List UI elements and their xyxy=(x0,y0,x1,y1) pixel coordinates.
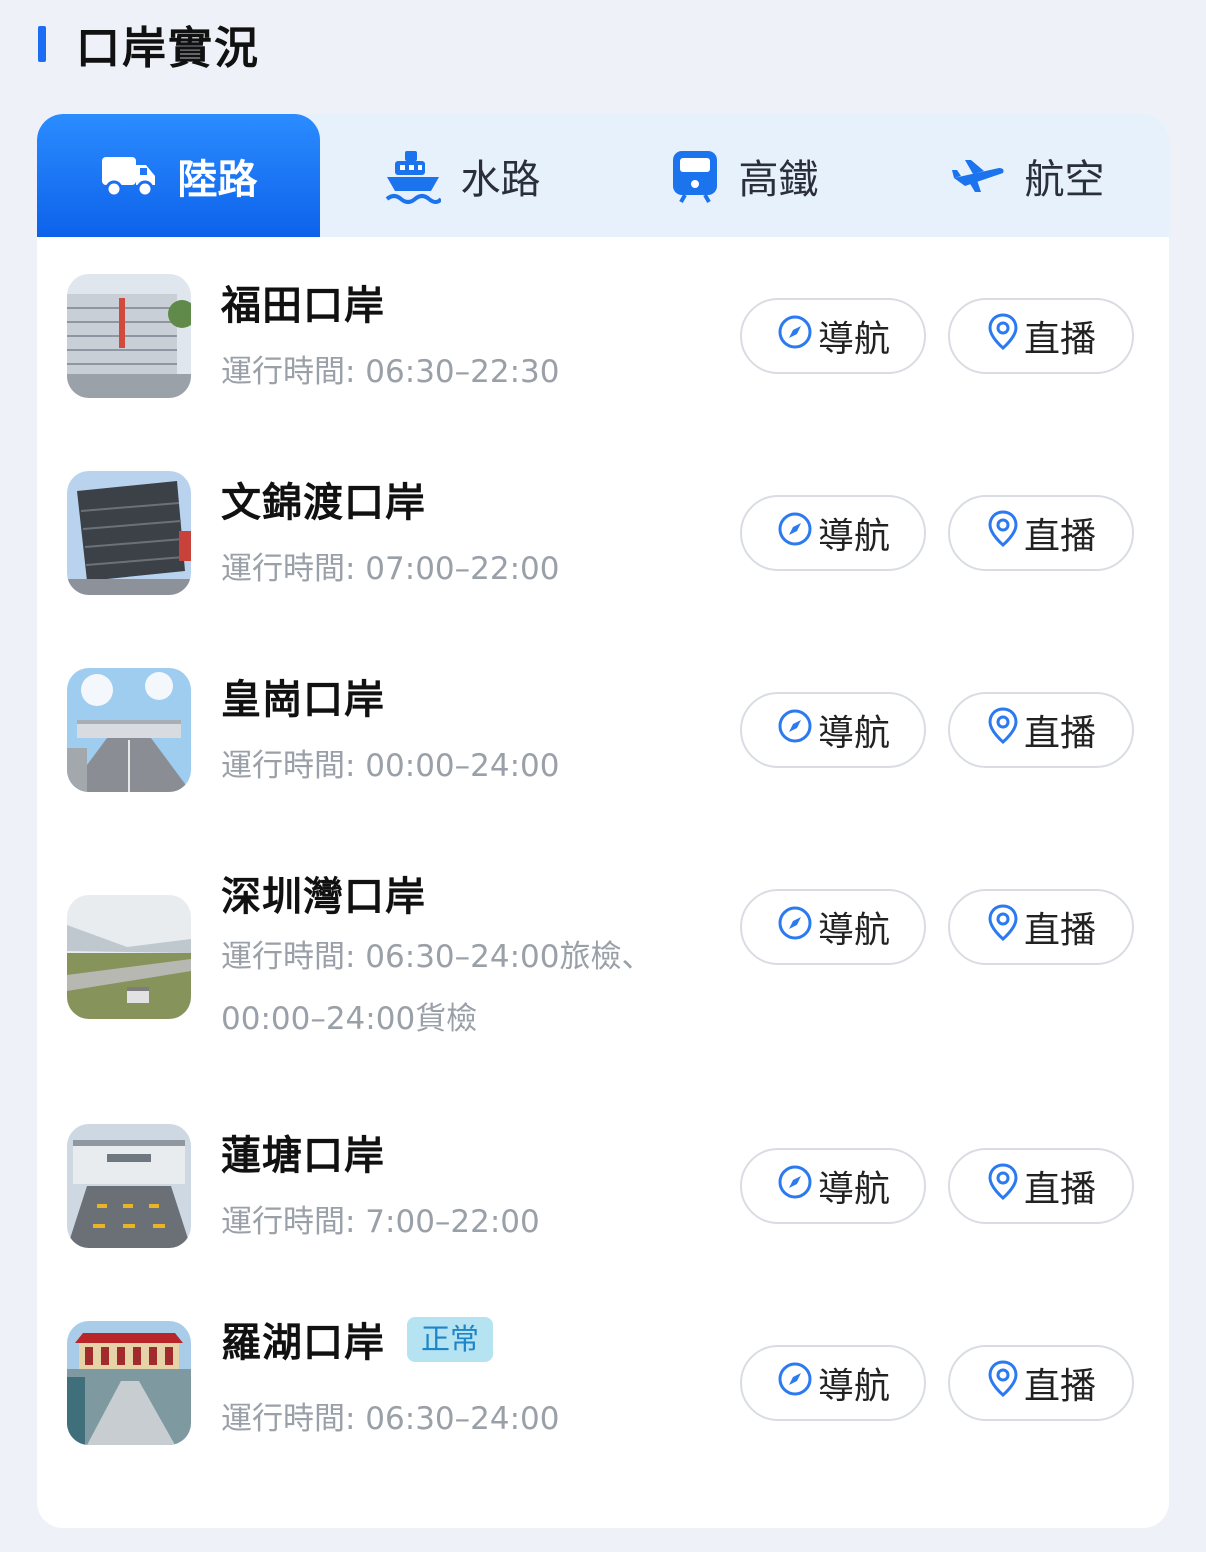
live-label: 直播 xyxy=(1023,1169,1096,1210)
transport-tabs: 陸路 水路 高鐵 航空 xyxy=(37,114,1169,237)
list-item: 羅湖口岸 正常 運行時間: 06:30–24:00 導航 直播 xyxy=(37,1284,1169,1481)
port-title-row: 羅湖口岸 正常 xyxy=(221,1310,494,1368)
port-hours: 運行時間: 07:00–22:00 xyxy=(221,551,560,587)
navigate-button[interactable]: 導航 xyxy=(740,298,926,374)
train-icon xyxy=(671,149,719,203)
live-label: 直播 xyxy=(1023,713,1096,754)
tab-water[interactable]: 水路 xyxy=(320,114,603,237)
truck-icon xyxy=(100,153,158,199)
ports-card: 陸路 水路 高鐵 航空 福田口岸 運行時間: 06:30–22:30 導航 直播… xyxy=(37,114,1169,1528)
section-accent-bar xyxy=(38,26,46,62)
port-title-row: 文錦渡口岸 xyxy=(221,470,426,528)
port-photo xyxy=(67,1321,191,1445)
live-button[interactable]: 直播 xyxy=(948,692,1134,768)
tab-label: 水路 xyxy=(460,156,541,203)
port-title-row: 深圳灣口岸 xyxy=(221,864,426,922)
list-item: 蓮塘口岸 運行時間: 7:00–22:00 導航 直播 xyxy=(37,1087,1169,1284)
live-button[interactable]: 直播 xyxy=(948,1345,1134,1421)
port-hours: 運行時間: 7:00–22:00 xyxy=(221,1204,540,1240)
compass-icon xyxy=(776,707,814,754)
port-photo xyxy=(67,274,191,398)
port-name: 深圳灣口岸 xyxy=(221,874,426,920)
compass-icon xyxy=(776,1163,814,1210)
location-pin-icon xyxy=(986,1359,1020,1408)
compass-icon xyxy=(776,904,814,951)
live-button[interactable]: 直播 xyxy=(948,495,1134,571)
navigate-label: 導航 xyxy=(817,910,890,951)
tab-label: 陸路 xyxy=(177,156,258,203)
live-label: 直播 xyxy=(1023,516,1096,557)
navigate-label: 導航 xyxy=(817,1169,890,1210)
live-button[interactable]: 直播 xyxy=(948,1148,1134,1224)
list-item: 福田口岸 運行時間: 06:30–22:30 導航 直播 xyxy=(37,237,1169,434)
location-pin-icon xyxy=(986,312,1020,361)
live-button[interactable]: 直播 xyxy=(948,889,1134,965)
navigate-label: 導航 xyxy=(817,713,890,754)
live-button[interactable]: 直播 xyxy=(948,298,1134,374)
tab-land[interactable]: 陸路 xyxy=(37,114,320,237)
navigate-button[interactable]: 導航 xyxy=(740,1148,926,1224)
port-photo xyxy=(67,471,191,595)
tab-label: 高鐵 xyxy=(738,156,819,203)
port-photo xyxy=(67,895,191,1019)
port-hours: 運行時間: 06:30–22:30 xyxy=(221,354,560,390)
list-item: 文錦渡口岸 運行時間: 07:00–22:00 導航 直播 xyxy=(37,434,1169,631)
location-pin-icon xyxy=(986,509,1020,558)
airplane-icon xyxy=(951,156,1005,196)
port-hours: 運行時間: 06:30–24:00旅檢、00:00–24:00貨檢 xyxy=(221,939,653,1037)
tab-label: 航空 xyxy=(1024,156,1105,203)
location-pin-icon xyxy=(986,903,1020,952)
port-name: 文錦渡口岸 xyxy=(221,480,426,526)
navigate-button[interactable]: 導航 xyxy=(740,1345,926,1421)
port-title-row: 蓮塘口岸 xyxy=(221,1123,385,1181)
navigate-label: 導航 xyxy=(817,516,890,557)
port-name: 福田口岸 xyxy=(221,283,385,329)
live-label: 直播 xyxy=(1023,1366,1096,1407)
navigate-label: 導航 xyxy=(817,319,890,360)
list-item: 皇崗口岸 運行時間: 00:00–24:00 導航 直播 xyxy=(37,631,1169,828)
status-badge: 正常 xyxy=(407,1316,494,1362)
port-title-row: 皇崗口岸 xyxy=(221,667,385,725)
live-label: 直播 xyxy=(1023,910,1096,951)
port-photo xyxy=(67,668,191,792)
ship-icon xyxy=(383,147,441,205)
port-hours: 運行時間: 00:00–24:00 xyxy=(221,748,560,784)
location-pin-icon xyxy=(986,706,1020,755)
port-title-row: 福田口岸 xyxy=(221,273,385,331)
port-hours: 運行時間: 06:30–24:00 xyxy=(221,1401,560,1437)
tab-air[interactable]: 航空 xyxy=(886,114,1169,237)
port-name: 蓮塘口岸 xyxy=(221,1133,385,1179)
port-name: 皇崗口岸 xyxy=(221,677,385,723)
port-name: 羅湖口岸 xyxy=(221,1320,385,1366)
tab-rail[interactable]: 高鐵 xyxy=(603,114,886,237)
compass-icon xyxy=(776,313,814,360)
compass-icon xyxy=(776,1360,814,1407)
section-title: 口岸實況 xyxy=(76,23,260,74)
navigate-label: 導航 xyxy=(817,1366,890,1407)
list-item: 深圳灣口岸 運行時間: 06:30–24:00旅檢、00:00–24:00貨檢 … xyxy=(37,828,1169,1087)
navigate-button[interactable]: 導航 xyxy=(740,889,926,965)
navigate-button[interactable]: 導航 xyxy=(740,692,926,768)
live-label: 直播 xyxy=(1023,319,1096,360)
location-pin-icon xyxy=(986,1162,1020,1211)
port-photo xyxy=(67,1124,191,1248)
section-header: 口岸實況 xyxy=(38,14,260,74)
navigate-button[interactable]: 導航 xyxy=(740,495,926,571)
compass-icon xyxy=(776,510,814,557)
